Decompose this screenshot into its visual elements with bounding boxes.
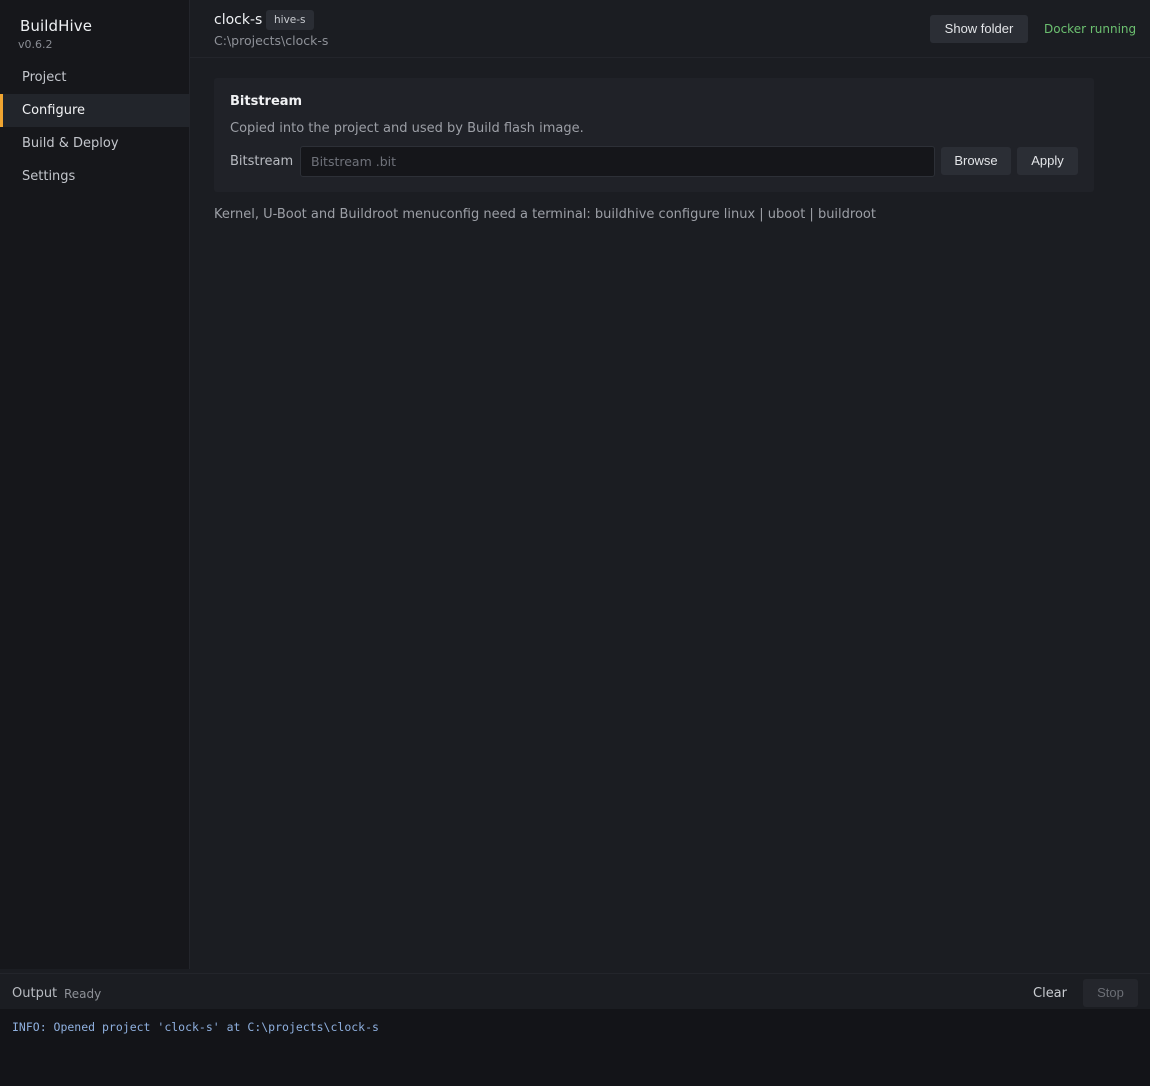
output-status: Ready: [64, 987, 102, 1001]
app-name: BuildHive: [20, 17, 93, 35]
output-log: INFO: Opened project 'clock-s' at C:\pro…: [0, 1009, 1150, 1086]
project-path: C:\projects\clock-s: [214, 33, 329, 48]
show-folder-button[interactable]: Show folder: [930, 15, 1028, 43]
bitstream-card-description: Copied into the project and used by Buil…: [230, 121, 584, 136]
sidebar-item-configure[interactable]: Configure: [0, 94, 189, 127]
header: clock-s hive-s C:\projects\clock-s Show …: [190, 0, 1150, 58]
app-window: BuildHive v0.6.2 Project Configure Build…: [0, 0, 1150, 1086]
board-badge: hive-s: [266, 10, 314, 30]
log-line: INFO: Opened project 'clock-s' at C:\pro…: [12, 1020, 379, 1034]
output-label: Output: [12, 986, 58, 1001]
clear-button[interactable]: Clear: [1033, 986, 1067, 1001]
sidebar: BuildHive v0.6.2 Project Configure Build…: [0, 0, 190, 969]
bitstream-card: Bitstream Copied into the project and us…: [214, 78, 1094, 192]
sidebar-nav: Project Configure Build & Deploy Setting…: [0, 61, 189, 193]
apply-button[interactable]: Apply: [1017, 147, 1078, 175]
stop-button[interactable]: Stop: [1083, 979, 1138, 1007]
output-bar: Output Ready Clear Stop: [0, 973, 1150, 1009]
menuconfig-hint: Kernel, U-Boot and Buildroot menuconfig …: [214, 207, 876, 222]
app-version: v0.6.2: [18, 38, 53, 51]
sidebar-item-project[interactable]: Project: [0, 61, 189, 94]
docker-status: Docker running: [1044, 22, 1137, 36]
sidebar-item-settings[interactable]: Settings: [0, 160, 189, 193]
browse-button[interactable]: Browse: [941, 147, 1011, 175]
project-name: clock-s: [214, 12, 263, 28]
sidebar-item-build-deploy[interactable]: Build & Deploy: [0, 127, 189, 160]
bitstream-card-title: Bitstream: [230, 94, 303, 109]
bitstream-field-label: Bitstream: [230, 154, 294, 169]
bitstream-input[interactable]: [300, 146, 935, 177]
brand: BuildHive v0.6.2: [0, 0, 189, 60]
